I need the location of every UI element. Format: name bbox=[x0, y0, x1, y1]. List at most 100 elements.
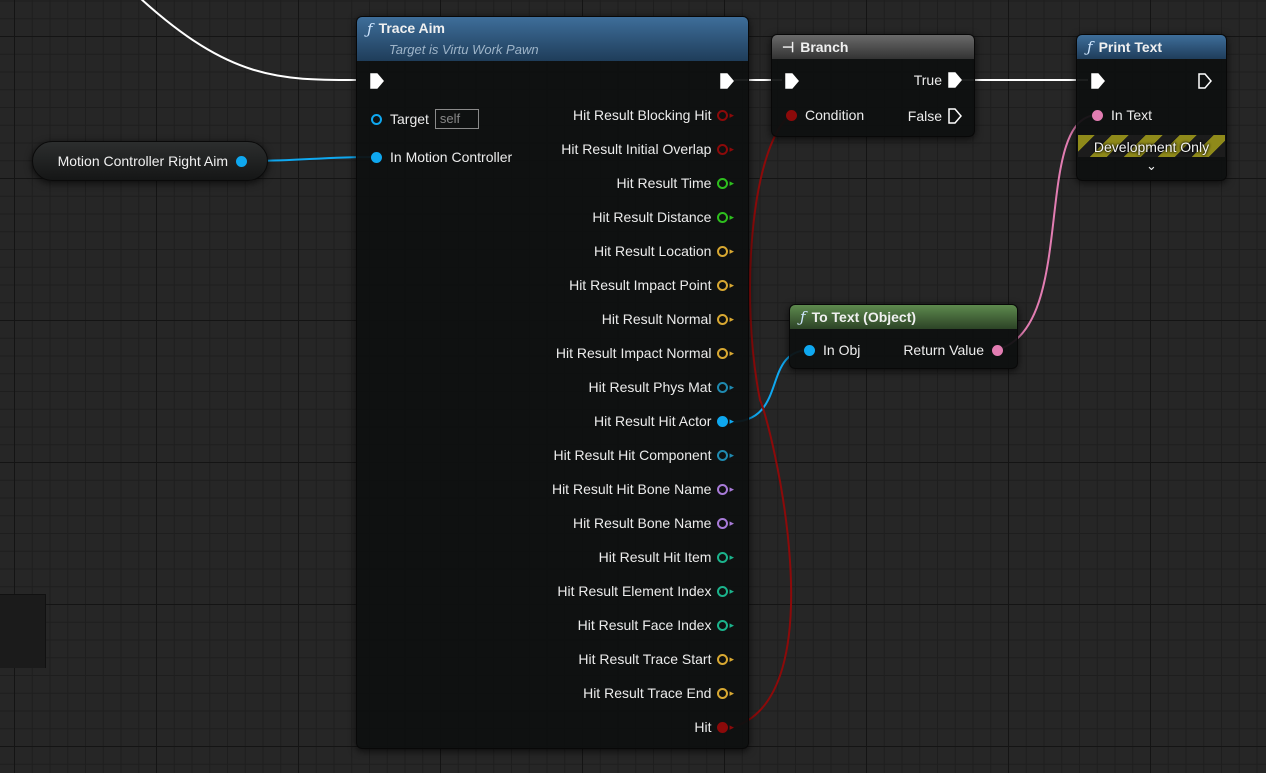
node-title: To Text (Object) bbox=[811, 309, 917, 325]
condition-pin-row[interactable]: Condition bbox=[786, 107, 864, 123]
output-pin-row[interactable]: Hit Result Time ▸ bbox=[617, 175, 734, 191]
target-pin[interactable] bbox=[371, 113, 382, 125]
output-pin-label: Hit Result Blocking Hit bbox=[572, 107, 712, 123]
pin-arrow-icon: ▸ bbox=[729, 449, 734, 460]
output-pin[interactable] bbox=[717, 211, 729, 223]
output-pin-row[interactable]: Hit Result Impact Normal ▸ bbox=[556, 345, 734, 361]
true-exec-pin[interactable] bbox=[948, 72, 962, 88]
pin-arrow-icon: ▸ bbox=[729, 381, 734, 392]
output-pin-label: Hit Result Impact Normal bbox=[555, 345, 712, 361]
to-text-node[interactable]: ƒ To Text (Object) In Obj Return Value bbox=[789, 304, 1018, 369]
trace-aim-header[interactable]: ƒ Trace Aim Target is Virtu Work Pawn bbox=[357, 17, 748, 61]
print-text-node[interactable]: ƒ Print Text In Text Development Only ⌄ bbox=[1076, 34, 1227, 181]
to-text-header[interactable]: ƒ To Text (Object) bbox=[790, 305, 1017, 329]
output-pin[interactable] bbox=[717, 517, 729, 529]
output-pin-row[interactable]: Hit Result Trace Start ▸ bbox=[578, 651, 734, 667]
output-pin[interactable] bbox=[717, 279, 729, 291]
output-pin[interactable] bbox=[717, 585, 729, 597]
in-obj-pin-row[interactable]: In Obj bbox=[804, 342, 860, 358]
output-pin-label: Hit Result Time bbox=[616, 175, 712, 191]
output-pin-row[interactable]: Hit Result Hit Component ▸ bbox=[554, 447, 734, 463]
print-text-header[interactable]: ƒ Print Text bbox=[1077, 35, 1226, 59]
trace-aim-node[interactable]: ƒ Trace Aim Target is Virtu Work Pawn Ta… bbox=[356, 16, 749, 749]
output-pin-row[interactable]: Hit Result Element Index ▸ bbox=[557, 583, 734, 599]
output-pin-row[interactable]: Hit Result Initial Overlap ▸ bbox=[561, 141, 734, 157]
return-value-pin[interactable] bbox=[992, 344, 1003, 356]
motion-controller-variable-node[interactable]: Motion Controller Right Aim bbox=[32, 141, 268, 181]
output-pin-row[interactable]: Hit Result Bone Name ▸ bbox=[573, 515, 734, 531]
variable-label: Motion Controller Right Aim bbox=[57, 153, 228, 169]
exec-out-pin[interactable] bbox=[720, 73, 734, 89]
output-pin[interactable] bbox=[717, 653, 729, 665]
output-pin[interactable] bbox=[717, 347, 729, 359]
condition-pin[interactable] bbox=[786, 109, 797, 121]
output-pin-row[interactable]: Hit Result Impact Point ▸ bbox=[569, 277, 734, 293]
output-pin-row[interactable]: Hit Result Trace End ▸ bbox=[583, 685, 734, 701]
output-pin[interactable] bbox=[717, 551, 729, 563]
output-pin[interactable] bbox=[717, 245, 729, 257]
branch-exec-in-pin[interactable] bbox=[785, 73, 799, 89]
output-pin[interactable] bbox=[717, 313, 729, 325]
output-pin[interactable] bbox=[717, 415, 729, 427]
exec-in-pin[interactable] bbox=[370, 73, 384, 89]
print-exec-out-pin[interactable] bbox=[1198, 73, 1212, 89]
output-pin-row[interactable]: Hit Result Phys Mat ▸ bbox=[589, 379, 734, 395]
pin-arrow-icon: ▸ bbox=[729, 551, 734, 562]
node-title: Print Text bbox=[1098, 39, 1163, 55]
return-value-label: Return Value bbox=[903, 342, 984, 358]
output-pin-row[interactable]: Hit Result Hit Actor ▸ bbox=[594, 413, 734, 429]
output-pin[interactable] bbox=[717, 177, 729, 189]
output-pin-row[interactable]: Hit Result Face Index ▸ bbox=[578, 617, 734, 633]
false-exec-pin[interactable] bbox=[948, 108, 962, 124]
output-pin-label: Hit Result Impact Point bbox=[569, 277, 712, 293]
true-pin-row[interactable]: True bbox=[914, 72, 962, 88]
output-pin[interactable] bbox=[717, 143, 729, 155]
output-pin-label: Hit Result Hit Actor bbox=[593, 413, 712, 429]
pin-arrow-icon: ▸ bbox=[729, 517, 734, 528]
output-pin[interactable] bbox=[717, 687, 729, 699]
in-motion-controller-pin-row[interactable]: In Motion Controller bbox=[371, 149, 512, 165]
node-subtitle: Target is Virtu Work Pawn bbox=[389, 42, 539, 57]
condition-label: Condition bbox=[805, 107, 865, 123]
branch-node[interactable]: ⊣ Branch True Condition False bbox=[771, 34, 975, 137]
target-default-input[interactable]: self bbox=[434, 109, 479, 129]
output-pin-label: Hit Result Phys Mat bbox=[588, 379, 712, 395]
function-icon: ƒ bbox=[800, 308, 806, 326]
output-pin-label: Hit Result Trace End bbox=[583, 685, 712, 701]
output-pin[interactable] bbox=[717, 483, 729, 495]
output-pin[interactable] bbox=[717, 619, 729, 631]
branch-icon: ⊣ bbox=[782, 38, 795, 55]
output-pin-row[interactable]: Hit ▸ bbox=[694, 719, 734, 735]
output-pin[interactable] bbox=[717, 449, 729, 461]
in-obj-pin[interactable] bbox=[804, 344, 815, 356]
output-pin-row[interactable]: Hit Result Blocking Hit ▸ bbox=[573, 107, 734, 123]
pin-arrow-icon: ▸ bbox=[729, 619, 734, 630]
node-title: Branch bbox=[800, 39, 849, 55]
output-pin-row[interactable]: Hit Result Distance ▸ bbox=[592, 209, 734, 225]
output-pin[interactable] bbox=[717, 721, 729, 733]
output-pin[interactable] bbox=[717, 381, 729, 393]
pin-arrow-icon: ▸ bbox=[729, 245, 734, 256]
false-label: False bbox=[907, 108, 942, 124]
output-pin-row[interactable]: Hit Result Hit Item ▸ bbox=[599, 549, 734, 565]
development-only-label: Development Only bbox=[1093, 139, 1210, 155]
output-pin[interactable] bbox=[717, 109, 729, 121]
output-pin-label: Hit Result Normal bbox=[601, 311, 712, 327]
pin-arrow-icon: ▸ bbox=[729, 653, 734, 664]
in-text-pin-row[interactable]: In Text bbox=[1092, 107, 1152, 123]
in-text-pin[interactable] bbox=[1092, 109, 1103, 121]
in-motion-controller-pin[interactable] bbox=[371, 151, 382, 163]
output-pin-row[interactable]: Hit Result Normal ▸ bbox=[602, 311, 734, 327]
output-pin-row[interactable]: Hit Result Location ▸ bbox=[594, 243, 734, 259]
variable-output-pin[interactable] bbox=[236, 155, 247, 167]
branch-header[interactable]: ⊣ Branch bbox=[772, 35, 974, 59]
print-exec-in-pin[interactable] bbox=[1091, 73, 1105, 89]
output-pin-label: Hit Result Location bbox=[593, 243, 712, 259]
false-pin-row[interactable]: False bbox=[908, 108, 962, 124]
target-pin-row[interactable]: Target self bbox=[371, 109, 479, 129]
pin-arrow-icon: ▸ bbox=[729, 279, 734, 290]
return-value-pin-row[interactable]: Return Value bbox=[903, 342, 1003, 358]
chevron-down-icon[interactable]: ⌄ bbox=[1077, 158, 1226, 174]
pin-arrow-icon: ▸ bbox=[729, 177, 734, 188]
output-pin-row[interactable]: Hit Result Hit Bone Name ▸ bbox=[552, 481, 734, 497]
